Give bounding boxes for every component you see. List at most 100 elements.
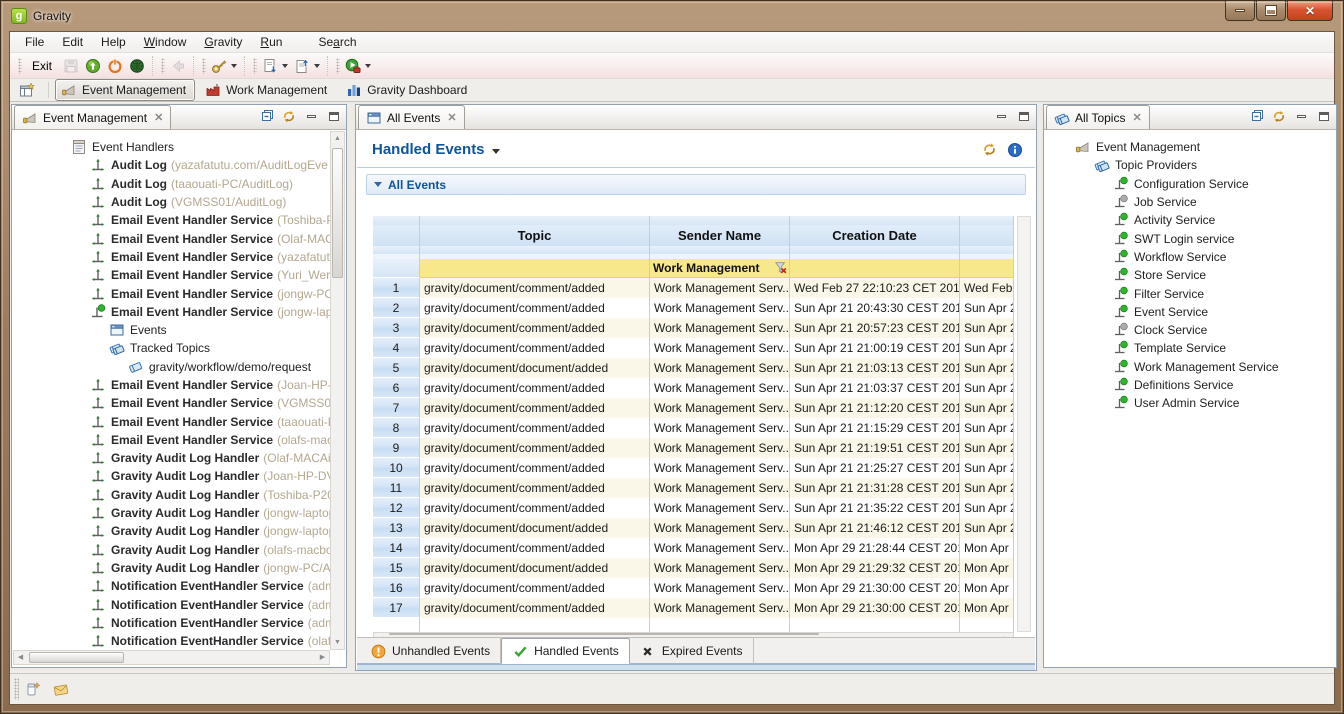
menu-file[interactable]: File — [16, 33, 53, 51]
collapse-all-button[interactable] — [261, 109, 275, 123]
left-tree-vscrollbar[interactable]: ▲▼ — [330, 131, 345, 650]
tree-item-work-management-service[interactable]: Work Management Service — [1045, 358, 1334, 376]
column-header-creation-date[interactable]: Creation Date — [790, 225, 960, 246]
tree-item-definitions-service[interactable]: Definitions Service — [1045, 376, 1334, 394]
table-row[interactable]: 6gravity/document/comment/addedWork Mana… — [373, 378, 1014, 398]
tree-item-email-event-handler-service[interactable]: Email Event Handler Service(jongw-PC/ — [13, 284, 330, 302]
tree-item-audit-log[interactable]: Audit Log(taaouati-PC/AuditLog) — [13, 175, 330, 193]
connect-button[interactable] — [126, 56, 148, 76]
exit-button[interactable]: Exit — [24, 57, 60, 75]
tree-item-gravity-audit-log-handler[interactable]: Gravity Audit Log Handler(jongw-PC/Au — [13, 559, 330, 577]
tree-item-notification-eventhandler-service[interactable]: Notification EventHandler Service(admin — [13, 614, 330, 632]
chevron-down-icon[interactable] — [365, 64, 371, 68]
tree-item-configuration-service[interactable]: Configuration Service — [1045, 175, 1334, 193]
tab-unhandled-events[interactable]: Unhandled Events — [360, 638, 501, 664]
table-row[interactable]: 8gravity/document/comment/addedWork Mana… — [373, 418, 1014, 438]
tree-item-event-service[interactable]: Event Service — [1045, 303, 1334, 321]
tree-item-clock-service[interactable]: Clock Service — [1045, 321, 1334, 339]
editor-minimize-button[interactable] — [993, 109, 1009, 123]
back-button[interactable] — [167, 56, 189, 76]
tree-item-gravity-audit-log-handler[interactable]: Gravity Audit Log Handler(olafs-macbo — [13, 541, 330, 559]
tree-item-gravity-workflow-demo-request[interactable]: gravity/workflow/demo/request — [13, 358, 330, 376]
tree-item-swt-login-service[interactable]: SWT Login service — [1045, 229, 1334, 247]
view-minimize-button[interactable] — [303, 109, 319, 123]
chevron-down-icon[interactable] — [314, 64, 320, 68]
table-row[interactable]: 7gravity/document/comment/addedWork Mana… — [373, 398, 1014, 418]
menu-gravity[interactable]: Gravity — [195, 33, 251, 51]
table-row[interactable]: 12gravity/document/comment/addedWork Man… — [373, 498, 1014, 518]
refresh-button[interactable] — [282, 109, 296, 123]
tab-event-management[interactable]: Event Management ✕ — [14, 105, 171, 129]
title-dropdown-icon[interactable] — [492, 149, 500, 154]
column-header-sender-name[interactable]: Sender Name — [650, 225, 790, 246]
tree-item-email-event-handler-service[interactable]: Email Event Handler Service(yazafatutu. — [13, 248, 330, 266]
tree-item-gravity-audit-log-handler[interactable]: Gravity Audit Log Handler(jongw-laptop — [13, 504, 330, 522]
tree-item-email-event-handler-service[interactable]: Email Event Handler Service(VGMSS01/c — [13, 394, 330, 412]
tab-close-icon[interactable]: ✕ — [154, 111, 163, 124]
collapse-all-button[interactable] — [1251, 109, 1265, 123]
tree-item-email-event-handler-service[interactable]: Email Event Handler Service(Yuri_Werk-l — [13, 266, 330, 284]
table-row[interactable]: 4gravity/document/comment/addedWork Mana… — [373, 338, 1014, 358]
perspective-event-management[interactable]: Event Management — [55, 79, 195, 101]
import-button[interactable] — [259, 56, 291, 76]
table-row[interactable]: 5gravity/document/document/addedWork Man… — [373, 358, 1014, 378]
maximize-button[interactable] — [1256, 1, 1286, 21]
tree-item-template-service[interactable]: Template Service — [1045, 339, 1334, 357]
menu-help[interactable]: Help — [92, 33, 135, 51]
tab-expired-events[interactable]: Expired Events — [630, 638, 754, 664]
left-tree-hscrollbar[interactable]: ◀▶ — [13, 650, 330, 665]
tree-item-notification-eventhandler-service[interactable]: Notification EventHandler Service(olaf) — [13, 632, 330, 650]
envelope-icon[interactable] — [53, 681, 69, 697]
view-minimize-button[interactable] — [1293, 109, 1309, 123]
tree-item-email-event-handler-service[interactable]: Email Event Handler Service(taaouati-PC — [13, 412, 330, 430]
fastview-cylinder-icon[interactable] — [25, 681, 41, 697]
table-row[interactable]: 15gravity/document/document/addedWork Ma… — [373, 558, 1014, 578]
tree-item-event-management[interactable]: Event Management — [1045, 138, 1334, 156]
tab-close-icon[interactable]: ✕ — [447, 111, 456, 124]
table-row[interactable]: 11gravity/document/comment/addedWork Man… — [373, 478, 1014, 498]
key-button[interactable] — [208, 56, 240, 76]
titlebar[interactable]: g Gravity ✕ — [1, 1, 1343, 31]
perspective-work-management[interactable]: Work Management — [199, 79, 336, 101]
menu-edit[interactable]: Edit — [53, 33, 92, 51]
tree-item-event-handlers[interactable]: Event Handlers — [13, 138, 330, 156]
tree-item-store-service[interactable]: Store Service — [1045, 266, 1334, 284]
column-header-topic[interactable]: Topic — [420, 225, 650, 246]
table-row[interactable]: 17gravity/document/comment/addedWork Man… — [373, 598, 1014, 618]
menu-window[interactable]: Window — [135, 33, 196, 51]
tree-item-email-event-handler-service[interactable]: Email Event Handler Service(Joan-HP-D — [13, 376, 330, 394]
table-row[interactable]: 16gravity/document/comment/addedWork Man… — [373, 578, 1014, 598]
chevron-down-icon[interactable] — [231, 64, 237, 68]
sender-filter-input[interactable]: Work Management — [650, 259, 790, 278]
tab-all-topics[interactable]: All Topics ✕ — [1046, 105, 1150, 129]
tree-item-email-event-handler-service[interactable]: Email Event Handler Service(Toshiba-P2 — [13, 211, 330, 229]
table-row[interactable]: 3gravity/document/comment/addedWork Mana… — [373, 318, 1014, 338]
tree-item-gravity-audit-log-handler[interactable]: Gravity Audit Log Handler(Olaf-MACAir — [13, 449, 330, 467]
tree-item-gravity-audit-log-handler[interactable]: Gravity Audit Log Handler(jongw-laptop — [13, 522, 330, 540]
minimize-button[interactable] — [1225, 1, 1255, 21]
all-events-section-header[interactable]: All Events — [366, 174, 1026, 195]
tree-item-notification-eventhandler-service[interactable]: Notification EventHandler Service(admin — [13, 577, 330, 595]
view-maximize-button[interactable] — [326, 109, 342, 123]
fastview-drag-handle[interactable] — [14, 678, 19, 700]
table-row[interactable]: 9gravity/document/comment/addedWork Mana… — [373, 438, 1014, 458]
run-button[interactable] — [342, 56, 374, 76]
perspective-gravity-dashboard[interactable]: Gravity Dashboard — [340, 79, 476, 101]
info-icon[interactable] — [1007, 142, 1023, 158]
tree-item-email-event-handler-service[interactable]: Email Event Handler Service(Olaf-MACA — [13, 229, 330, 247]
refresh-icon[interactable] — [981, 142, 997, 158]
save-button[interactable] — [60, 56, 82, 76]
shutdown-button[interactable] — [104, 56, 126, 76]
tree-item-job-service[interactable]: Job Service — [1045, 193, 1334, 211]
open-perspective-button[interactable] — [16, 79, 38, 101]
tab-handled-events[interactable]: Handled Events — [501, 638, 630, 664]
table-row[interactable]: 10gravity/document/comment/addedWork Man… — [373, 458, 1014, 478]
table-row[interactable]: 2gravity/document/comment/addedWork Mana… — [373, 298, 1014, 318]
view-maximize-button[interactable] — [1316, 109, 1332, 123]
tree-item-gravity-audit-log-handler[interactable]: Gravity Audit Log Handler(Toshiba-P205 — [13, 486, 330, 504]
tree-item-user-admin-service[interactable]: User Admin Service — [1045, 394, 1334, 412]
tree-item-gravity-audit-log-handler[interactable]: Gravity Audit Log Handler(Joan-HP-DV6 — [13, 467, 330, 485]
tree-item-topic-providers[interactable]: Topic Providers — [1045, 156, 1334, 174]
tree-item-notification-eventhandler-service[interactable]: Notification EventHandler Service(admin — [13, 595, 330, 613]
refresh-button[interactable] — [1272, 109, 1286, 123]
